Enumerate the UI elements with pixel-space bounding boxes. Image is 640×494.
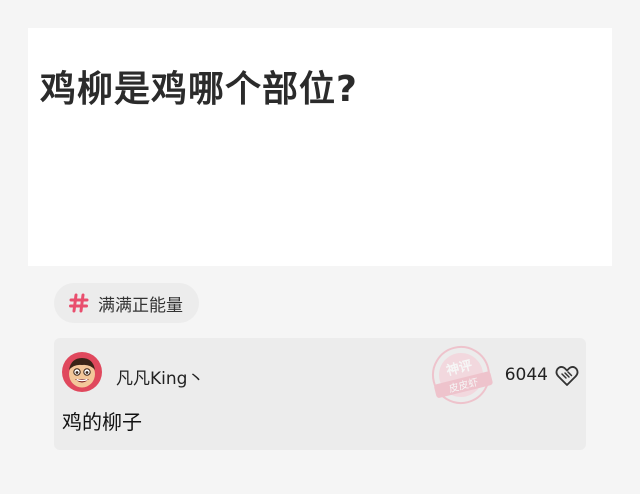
topic-label: 满满正能量 <box>98 295 183 316</box>
question-title: 鸡柳是鸡哪个部位? <box>40 69 358 110</box>
hot-comment-stamp: 神评 皮皮虾 <box>418 342 504 408</box>
hash-icon <box>68 292 90 314</box>
avatar[interactable] <box>62 352 102 392</box>
comment-text: 鸡的柳子 <box>62 410 142 434</box>
top-comment-card[interactable]: 凡凡King丶 神评 皮皮虾 6044 鸡的柳子 <box>54 338 586 450</box>
comment-author[interactable]: 凡凡King丶 <box>116 364 204 389</box>
handshake-heart-icon[interactable] <box>554 362 580 388</box>
like-count: 6044 <box>504 365 548 385</box>
post-page: 鸡柳是鸡哪个部位? 满满正能量 凡凡King丶 神评 皮皮虾 6044 鸡的柳子 <box>0 0 640 494</box>
topic-tag[interactable]: 满满正能量 <box>54 283 199 323</box>
